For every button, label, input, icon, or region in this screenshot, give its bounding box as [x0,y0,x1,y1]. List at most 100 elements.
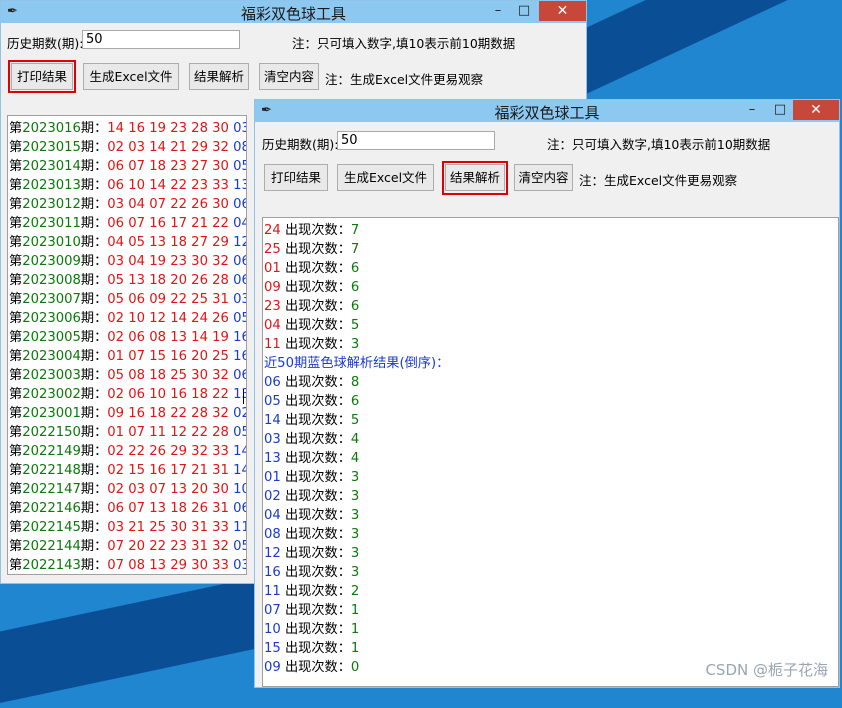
record-red-balls: 02 06 10 16 18 22 [107,387,229,402]
record-red-balls: 06 07 16 17 21 22 [107,216,229,231]
title-bar[interactable]: ✒ 福彩双色球工具 – □ ✕ [1,1,586,23]
record-row: 第2022147期：02 03 07 13 20 30 10 [9,480,246,499]
ball-number: 15 [264,641,281,656]
record-issue: 2023001 [22,406,81,421]
record-row: 第2022149期：02 22 26 29 32 33 14 [9,442,246,461]
record-suffix: 期： [80,444,108,459]
record-issue: 2023016 [22,121,81,136]
count-value: 0 [350,660,360,675]
count-label: 出现次数： [280,299,351,314]
history-input[interactable]: 50 [337,131,495,150]
record-blue-ball: 16 [233,349,246,364]
record-suffix: 期： [80,330,108,345]
record-suffix: 期： [80,197,108,212]
record-blue-ball: 16 [233,330,246,345]
record-suffix: 期： [80,140,108,155]
count-label: 出现次数： [280,660,351,675]
record-suffix: 期： [80,558,108,573]
count-label: 出现次数： [280,432,351,447]
count-label: 出现次数： [280,584,351,599]
record-prefix: 第 [9,216,23,231]
record-suffix: 期： [80,501,108,516]
record-suffix: 期： [80,159,108,174]
clear-button[interactable]: 清空内容 [259,63,319,90]
history-input[interactable]: 50 [82,30,240,49]
input-note: 注：只可填入数字,填10表示前10期数据 [292,36,516,51]
record-prefix: 第 [9,520,23,535]
ball-number: 25 [264,242,281,257]
minimize-button[interactable]: – [485,1,511,21]
record-issue: 2023006 [22,311,81,326]
record-blue-ball: 12 [233,235,246,250]
count-value: 3 [350,489,360,504]
record-issue: 2023012 [22,197,81,212]
record-row: 第2023003期：05 08 18 25 30 32 06 [9,366,246,385]
record-red-balls: 06 07 13 18 26 31 [107,501,229,516]
record-blue-ball: 06 [233,197,246,212]
ball-number: 01 [264,470,281,485]
record-red-balls: 02 03 07 13 20 30 [107,482,229,497]
record-row: 第2022148期：02 15 16 17 21 31 14 [9,461,246,480]
clear-button[interactable]: 清空内容 [514,164,573,191]
count-value: 3 [350,546,360,561]
minimize-button[interactable]: – [739,100,765,120]
record-red-balls: 02 22 26 29 32 33 [107,444,229,459]
analysis-row: 01 出现次数：6 [264,259,359,278]
record-row: 第2023013期：06 10 14 22 23 33 13 [9,176,246,195]
record-suffix: 期： [80,520,108,535]
analysis-row: 13 出现次数：4 [264,449,359,468]
record-prefix: 第 [9,235,23,250]
record-blue-ball: 03 [233,292,246,307]
ball-number: 10 [264,622,281,637]
results-textarea[interactable]: 第2023016期：14 16 19 23 28 30 03第2023015期：… [7,115,247,575]
record-prefix: 第 [9,254,23,269]
record-red-balls: 07 20 22 23 31 32 [107,539,229,554]
close-button[interactable]: ✕ [539,1,586,21]
record-prefix: 第 [9,121,23,136]
record-suffix: 期： [80,463,108,478]
analysis-row: 16 出现次数：3 [264,563,359,582]
count-value: 1 [350,641,360,656]
maximize-button[interactable]: □ [511,1,537,21]
print-button[interactable]: 打印结果 [264,164,328,191]
count-label: 出现次数： [280,242,351,257]
analysis-textarea[interactable]: 24 出现次数：7 25 出现次数：7 01 出现次数：6 09 出现次数：6 23 出… [262,217,839,687]
main-window-front: ✒ 福彩双色球工具 – □ ✕ 历史期数(期): 50 注：只可填入数字,填10… [254,99,840,688]
history-label: 历史期数(期): [7,36,84,51]
record-prefix: 第 [9,197,23,212]
record-row: 第2022143期：07 08 13 29 30 33 03 [9,556,246,574]
count-value: 7 [350,242,360,257]
count-label: 出现次数： [280,337,351,352]
ball-number: 08 [264,527,281,542]
record-row: 第2023012期：03 04 07 22 26 30 06 [9,195,246,214]
record-prefix: 第 [9,330,23,345]
count-label: 出现次数： [280,470,351,485]
record-blue-ball: 13 [233,387,246,402]
record-row: 第2023006期：02 10 12 14 24 26 05 [9,309,246,328]
count-label: 出现次数： [280,508,351,523]
analysis-row: 03 出现次数：4 [264,430,359,449]
record-blue-ball: 03 [233,121,246,136]
maximize-button[interactable]: □ [767,100,793,120]
close-button[interactable]: ✕ [793,100,839,120]
count-label: 出现次数： [280,223,351,238]
count-label: 出现次数： [280,261,351,276]
record-issue: 2023010 [22,235,81,250]
excel-button[interactable]: 生成Excel文件 [337,164,434,191]
record-red-balls: 07 08 13 29 30 33 [107,558,229,573]
record-row: 第2023011期：06 07 16 17 21 22 04 [9,214,246,233]
ball-number: 13 [264,451,281,466]
count-label: 出现次数： [280,394,351,409]
title-bar[interactable]: ✒ 福彩双色球工具 – □ ✕ [255,100,839,122]
record-prefix: 第 [9,444,23,459]
record-suffix: 期： [80,482,108,497]
record-suffix: 期： [80,425,108,440]
analyze-button[interactable]: 结果解析 [189,63,249,90]
record-red-balls: 04 05 13 18 27 29 [107,235,229,250]
record-row: 第2023008期：05 13 18 20 26 28 06 [9,271,246,290]
count-value: 3 [350,337,360,352]
record-blue-ball: 05 [233,159,246,174]
record-issue: 2022145 [22,520,81,535]
excel-button[interactable]: 生成Excel文件 [83,63,179,90]
record-prefix: 第 [9,349,23,364]
